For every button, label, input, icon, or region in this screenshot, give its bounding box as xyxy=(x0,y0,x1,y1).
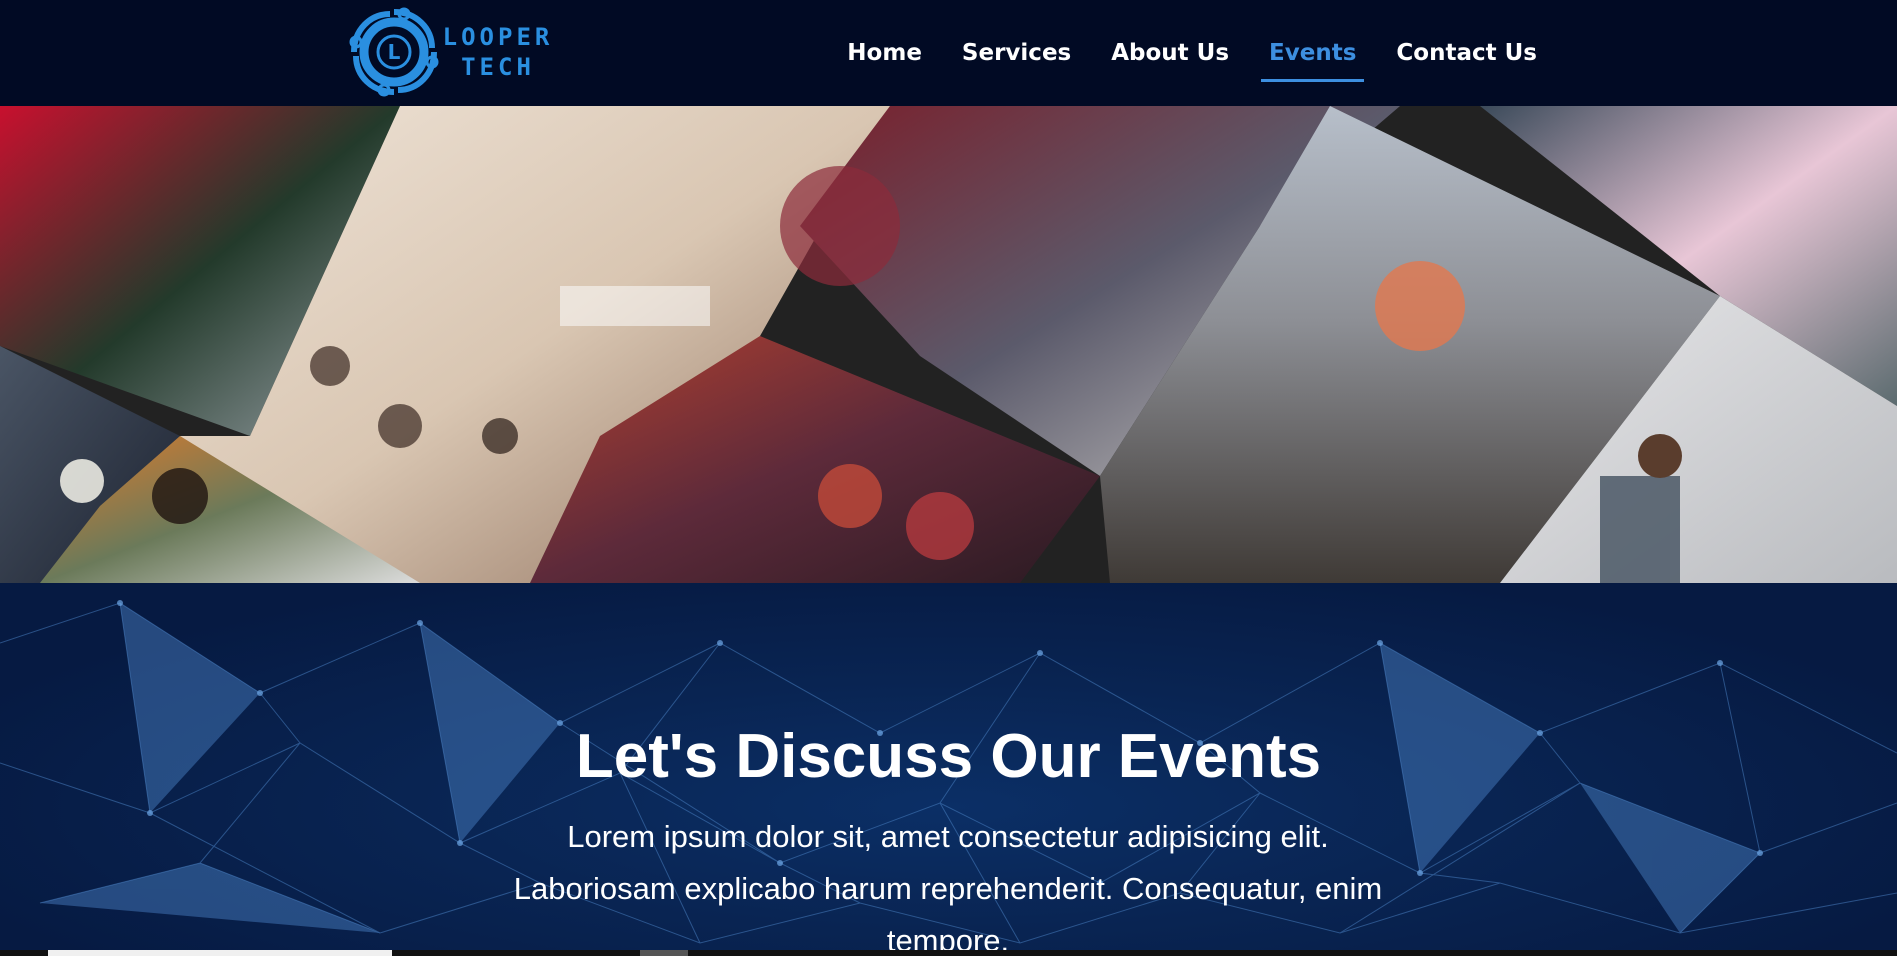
nav-home[interactable]: Home xyxy=(847,26,922,80)
brand-line-1: LOOPER xyxy=(442,23,554,51)
looper-logo-icon: L xyxy=(349,7,439,97)
nav-services[interactable]: Services xyxy=(962,26,1071,80)
card-edge xyxy=(48,950,392,956)
hero-description: Lorem ipsum dolor sit, amet consectetur … xyxy=(513,819,1383,956)
brand-line-2: TECH xyxy=(461,53,535,81)
nav-about-us[interactable]: About Us xyxy=(1111,26,1229,80)
nav-events[interactable]: Events xyxy=(1261,26,1365,82)
navbar: L LOOPER TECH Home Services About Us Eve… xyxy=(0,0,1897,106)
hero-title: Let's Discuss Our Events xyxy=(575,722,1322,791)
nav-contact-us[interactable]: Contact Us xyxy=(1396,26,1537,80)
logo-letter: L xyxy=(388,40,401,64)
card-edge-secondary xyxy=(640,950,688,956)
brand-logo[interactable]: L LOOPER TECH xyxy=(346,4,556,100)
events-hero: Let's Discuss Our Events Lorem ipsum dol… xyxy=(0,583,1897,956)
next-section-edge xyxy=(0,950,1897,956)
main-nav: Home Services About Us Events Contact Us xyxy=(847,0,1537,106)
brand-name: LOOPER TECH xyxy=(438,22,558,82)
events-photo-collage xyxy=(0,106,1897,583)
